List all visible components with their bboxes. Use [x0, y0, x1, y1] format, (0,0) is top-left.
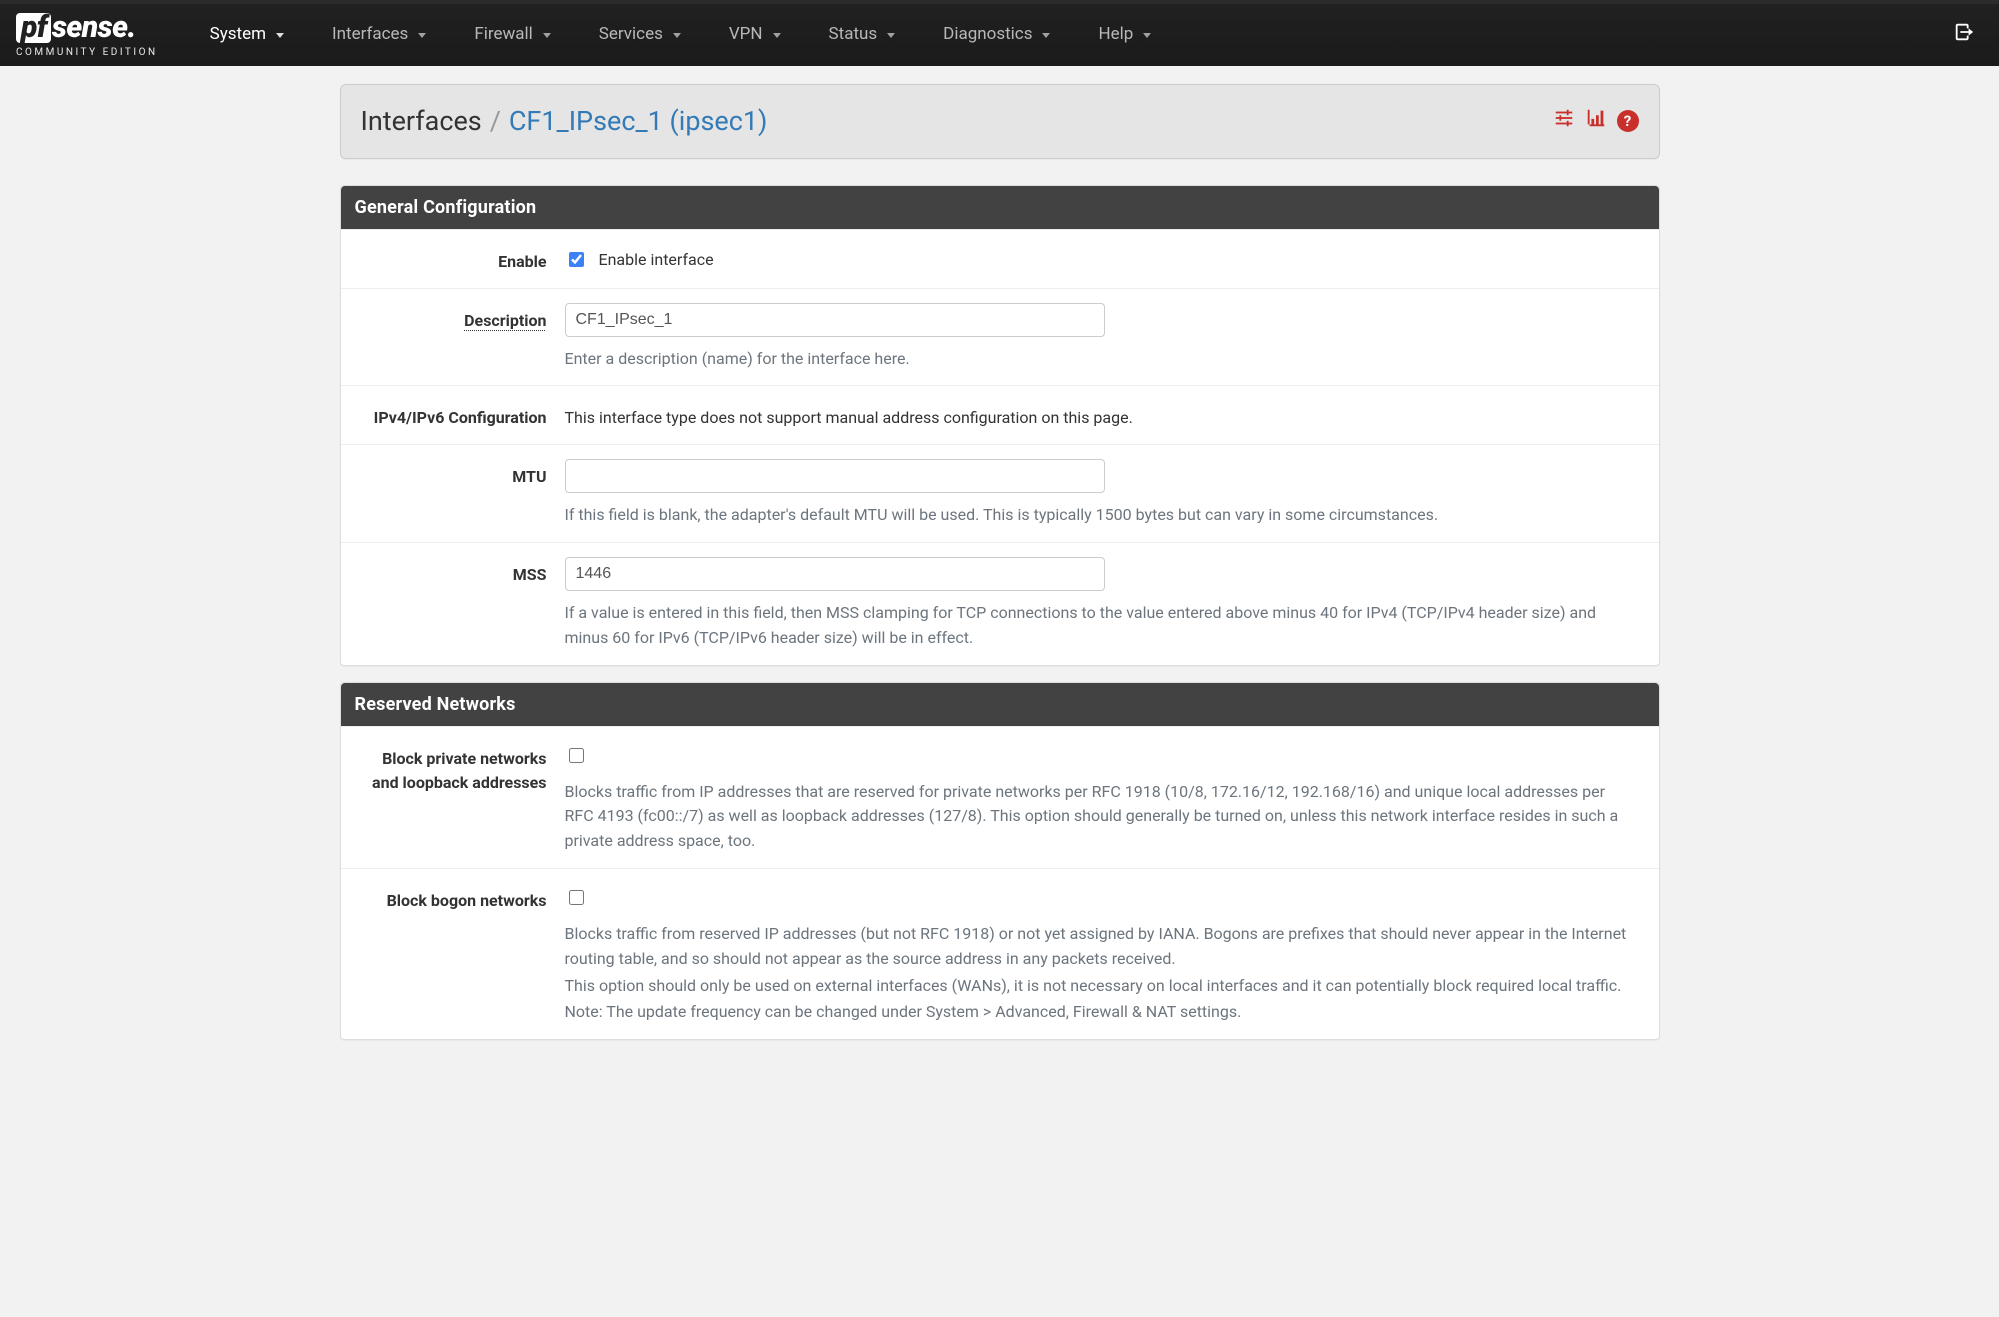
help-block-bogon-1: Blocks traffic from reserved IP addresse… [565, 922, 1635, 972]
mtu-input[interactable] [565, 459, 1105, 493]
nav-interfaces[interactable]: Interfaces [308, 2, 450, 68]
brand-prefix: pf [16, 13, 51, 43]
chevron-down-icon [543, 33, 551, 38]
ipconfig-static-text: This interface type does not support man… [565, 400, 1635, 430]
chevron-down-icon [1143, 33, 1151, 38]
nav-system[interactable]: System [186, 2, 308, 68]
enable-checkbox-label: Enable interface [599, 248, 714, 272]
panel-reserved-networks: Reserved Networks Block private networks… [340, 682, 1660, 1041]
nav-vpn[interactable]: VPN [705, 2, 805, 68]
chevron-down-icon [276, 33, 284, 38]
chevron-down-icon [1042, 33, 1050, 38]
panel-heading-reserved: Reserved Networks [341, 683, 1659, 726]
breadcrumb-sep: / [490, 101, 501, 142]
chevron-down-icon [887, 33, 895, 38]
nav-status[interactable]: Status [805, 2, 920, 68]
label-description: Description [355, 303, 565, 333]
label-mss: MSS [355, 557, 565, 587]
help-mtu: If this field is blank, the adapter's de… [565, 503, 1635, 528]
help-block-bogon-3: Note: The update frequency can be change… [565, 1000, 1635, 1025]
page-header: Interfaces / CF1_IPsec_1 (ipsec1) ? [340, 84, 1660, 159]
sliders-icon[interactable] [1553, 107, 1575, 136]
mss-input[interactable] [565, 557, 1105, 591]
brand-suffix: sense [52, 13, 128, 43]
help-icon[interactable]: ? [1617, 110, 1639, 132]
help-block-bogon-2: This option should only be used on exter… [565, 974, 1635, 999]
nav-help[interactable]: Help [1074, 2, 1175, 68]
label-block-private: Block private networks and loopback addr… [355, 741, 565, 795]
brand-logo[interactable]: pfsense. COMMUNITY EDITION [16, 13, 158, 58]
label-mtu: MTU [355, 459, 565, 489]
breadcrumb-section: Interfaces [361, 101, 482, 142]
help-description: Enter a description (name) for the inter… [565, 347, 1635, 372]
nav-diagnostics[interactable]: Diagnostics [919, 2, 1074, 68]
chevron-down-icon [673, 33, 681, 38]
label-block-bogon: Block bogon networks [355, 883, 565, 913]
help-mss: If a value is entered in this field, the… [565, 601, 1635, 651]
chevron-down-icon [418, 33, 426, 38]
chevron-down-icon [773, 33, 781, 38]
bar-chart-icon[interactable] [1585, 107, 1607, 136]
nav-services[interactable]: Services [575, 2, 705, 68]
enable-interface-option[interactable]: Enable interface [565, 244, 1635, 272]
label-ipconfig: IPv4/IPv6 Configuration [355, 400, 565, 430]
help-block-private: Blocks traffic from IP addresses that ar… [565, 780, 1635, 854]
nav-firewall[interactable]: Firewall [450, 2, 574, 68]
breadcrumb: Interfaces / CF1_IPsec_1 (ipsec1) [361, 101, 768, 142]
panel-heading-general: General Configuration [341, 186, 1659, 229]
breadcrumb-page-link[interactable]: CF1_IPsec_1 (ipsec1) [509, 101, 768, 142]
label-enable: Enable [355, 244, 565, 274]
panel-general-configuration: General Configuration Enable Enable inte… [340, 185, 1660, 666]
top-navbar: pfsense. COMMUNITY EDITION System Interf… [0, 0, 1999, 66]
block-private-checkbox[interactable] [569, 748, 584, 763]
brand-subtitle: COMMUNITY EDITION [16, 48, 158, 58]
logout-icon[interactable] [1945, 21, 1983, 50]
nav-menu: System Interfaces Firewall Services VPN … [186, 2, 1176, 68]
enable-checkbox[interactable] [569, 252, 584, 267]
block-bogon-checkbox[interactable] [569, 890, 584, 905]
description-input[interactable] [565, 303, 1105, 337]
